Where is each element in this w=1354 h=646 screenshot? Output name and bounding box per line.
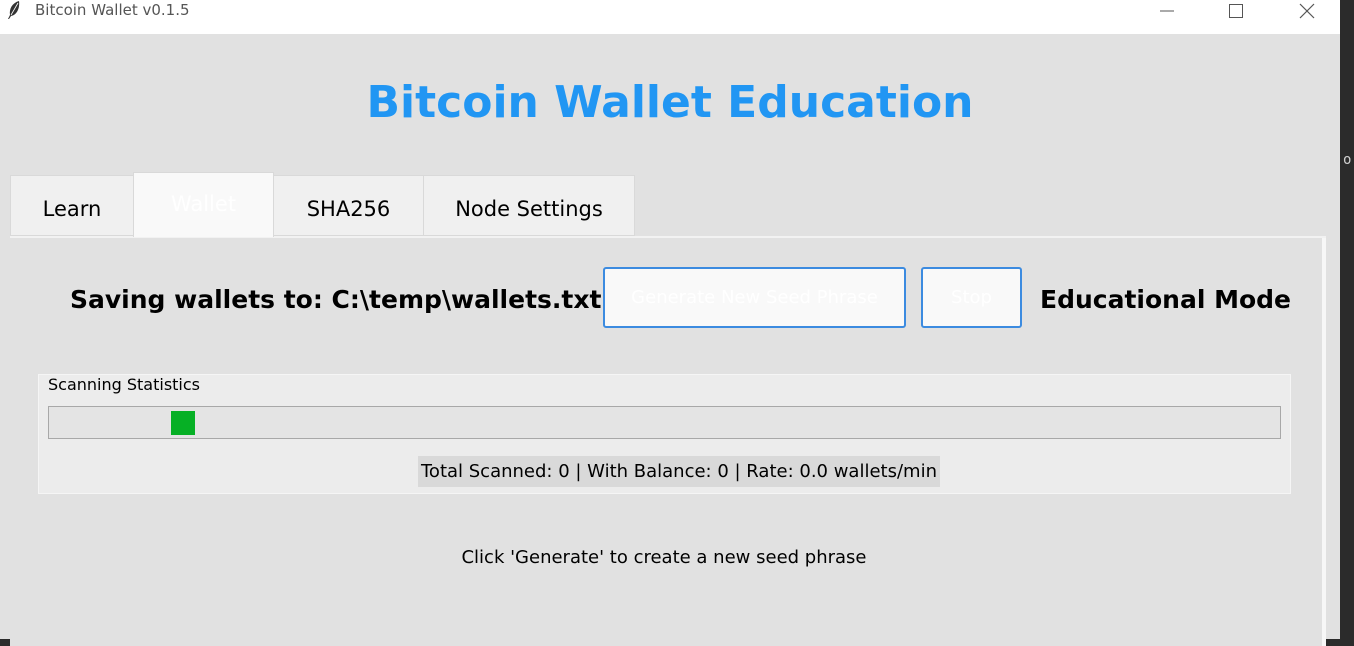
tab-node-settings[interactable]: Node Settings (423, 175, 635, 236)
mode-label: Educational Mode (1040, 285, 1292, 314)
stats-legend: Scanning Statistics (48, 375, 203, 395)
scan-progress-bar (48, 406, 1281, 439)
close-icon[interactable] (1283, 0, 1329, 22)
maximize-icon[interactable] (1212, 0, 1258, 22)
stats-summary: Total Scanned: 0 | With Balance: 0 | Rat… (418, 456, 940, 487)
app-window: Bitcoin Wallet v0.1.5 Bitcoin Wallet Edu… (0, 0, 1340, 646)
generate-button[interactable]: Generate New Seed Phrase (603, 267, 906, 328)
status-hint: Click 'Generate' to create a new seed ph… (461, 547, 867, 568)
stop-button[interactable]: Stop (921, 267, 1022, 328)
page-title: Bitcoin Wallet Education (366, 77, 974, 128)
feather-icon (6, 0, 22, 20)
progress-indicator (171, 411, 195, 435)
tab-wallet[interactable]: Wallet (133, 172, 274, 237)
tab-learn[interactable]: Learn (10, 175, 134, 236)
background-window-edge (1340, 0, 1354, 639)
window-title: Bitcoin Wallet v0.1.5 (35, 1, 190, 19)
saving-path-label: Saving wallets to: C:\temp\wallets.txt (70, 285, 602, 314)
minimize-icon[interactable] (1143, 0, 1189, 22)
edge-glyph: o (1343, 152, 1352, 168)
title-bar[interactable]: Bitcoin Wallet v0.1.5 (0, 0, 1340, 34)
tab-sha256[interactable]: SHA256 (273, 175, 424, 236)
